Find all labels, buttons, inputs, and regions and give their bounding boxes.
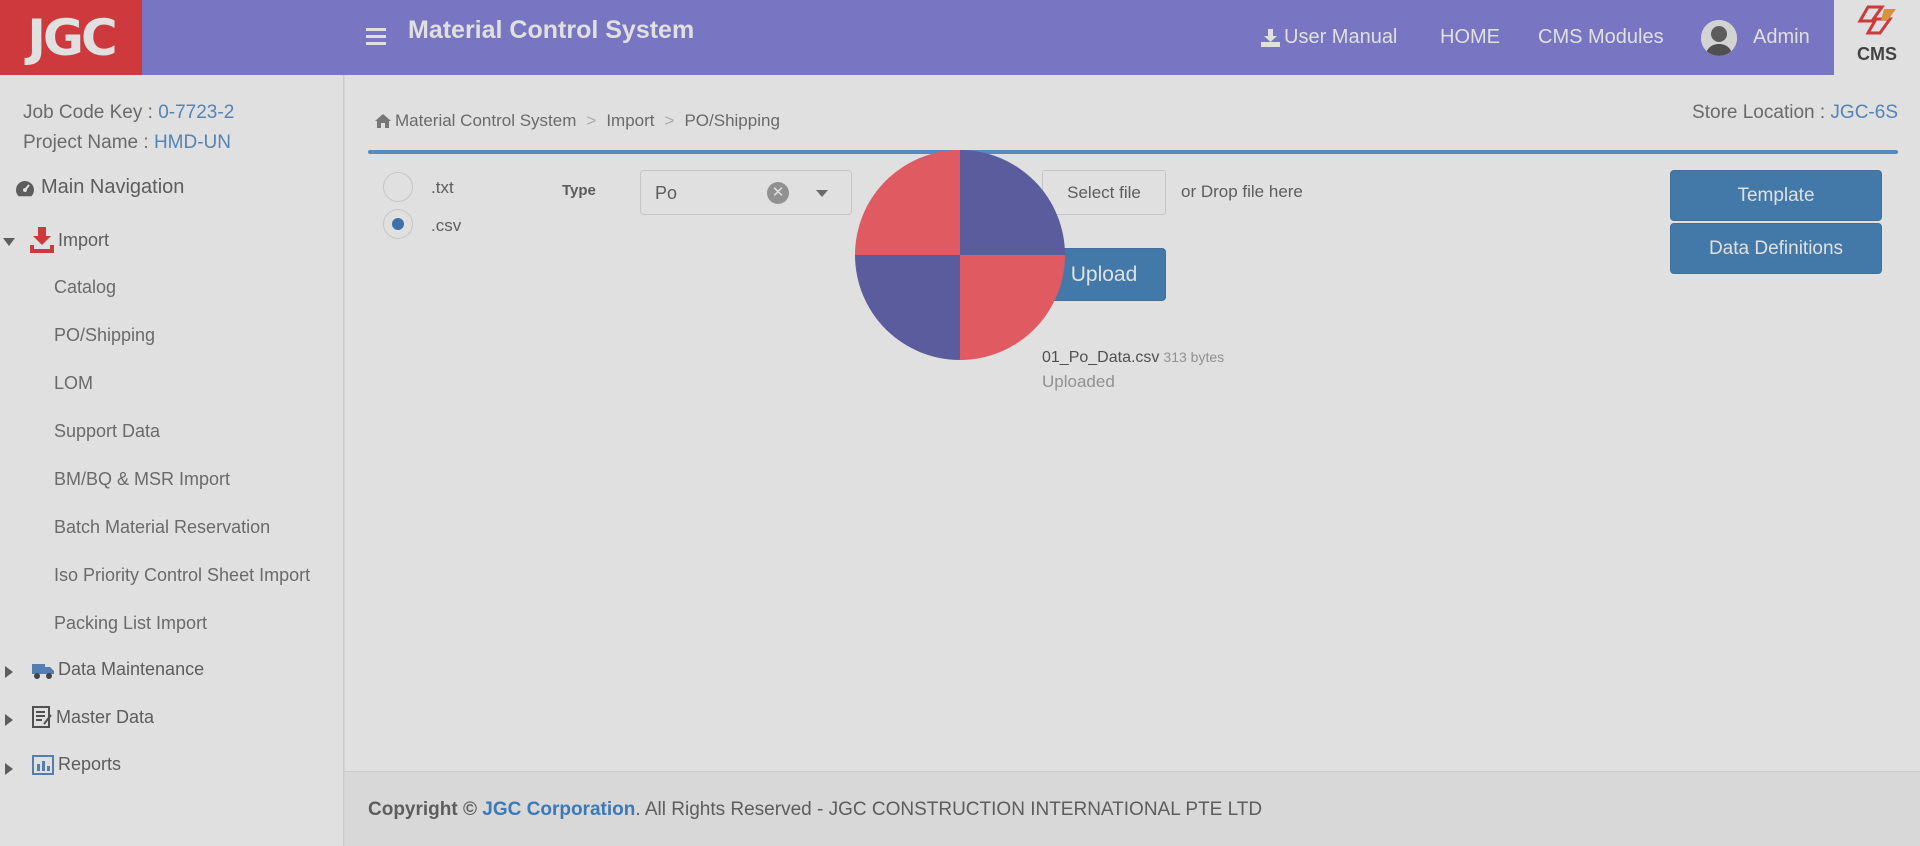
spinner-quadrant xyxy=(855,255,960,360)
spinner-quadrant xyxy=(960,255,1065,360)
loading-spinner-icon xyxy=(855,150,1065,360)
spinner-quadrant xyxy=(960,150,1065,255)
spinner-quadrant xyxy=(855,150,960,255)
loading-overlay xyxy=(0,0,1920,846)
